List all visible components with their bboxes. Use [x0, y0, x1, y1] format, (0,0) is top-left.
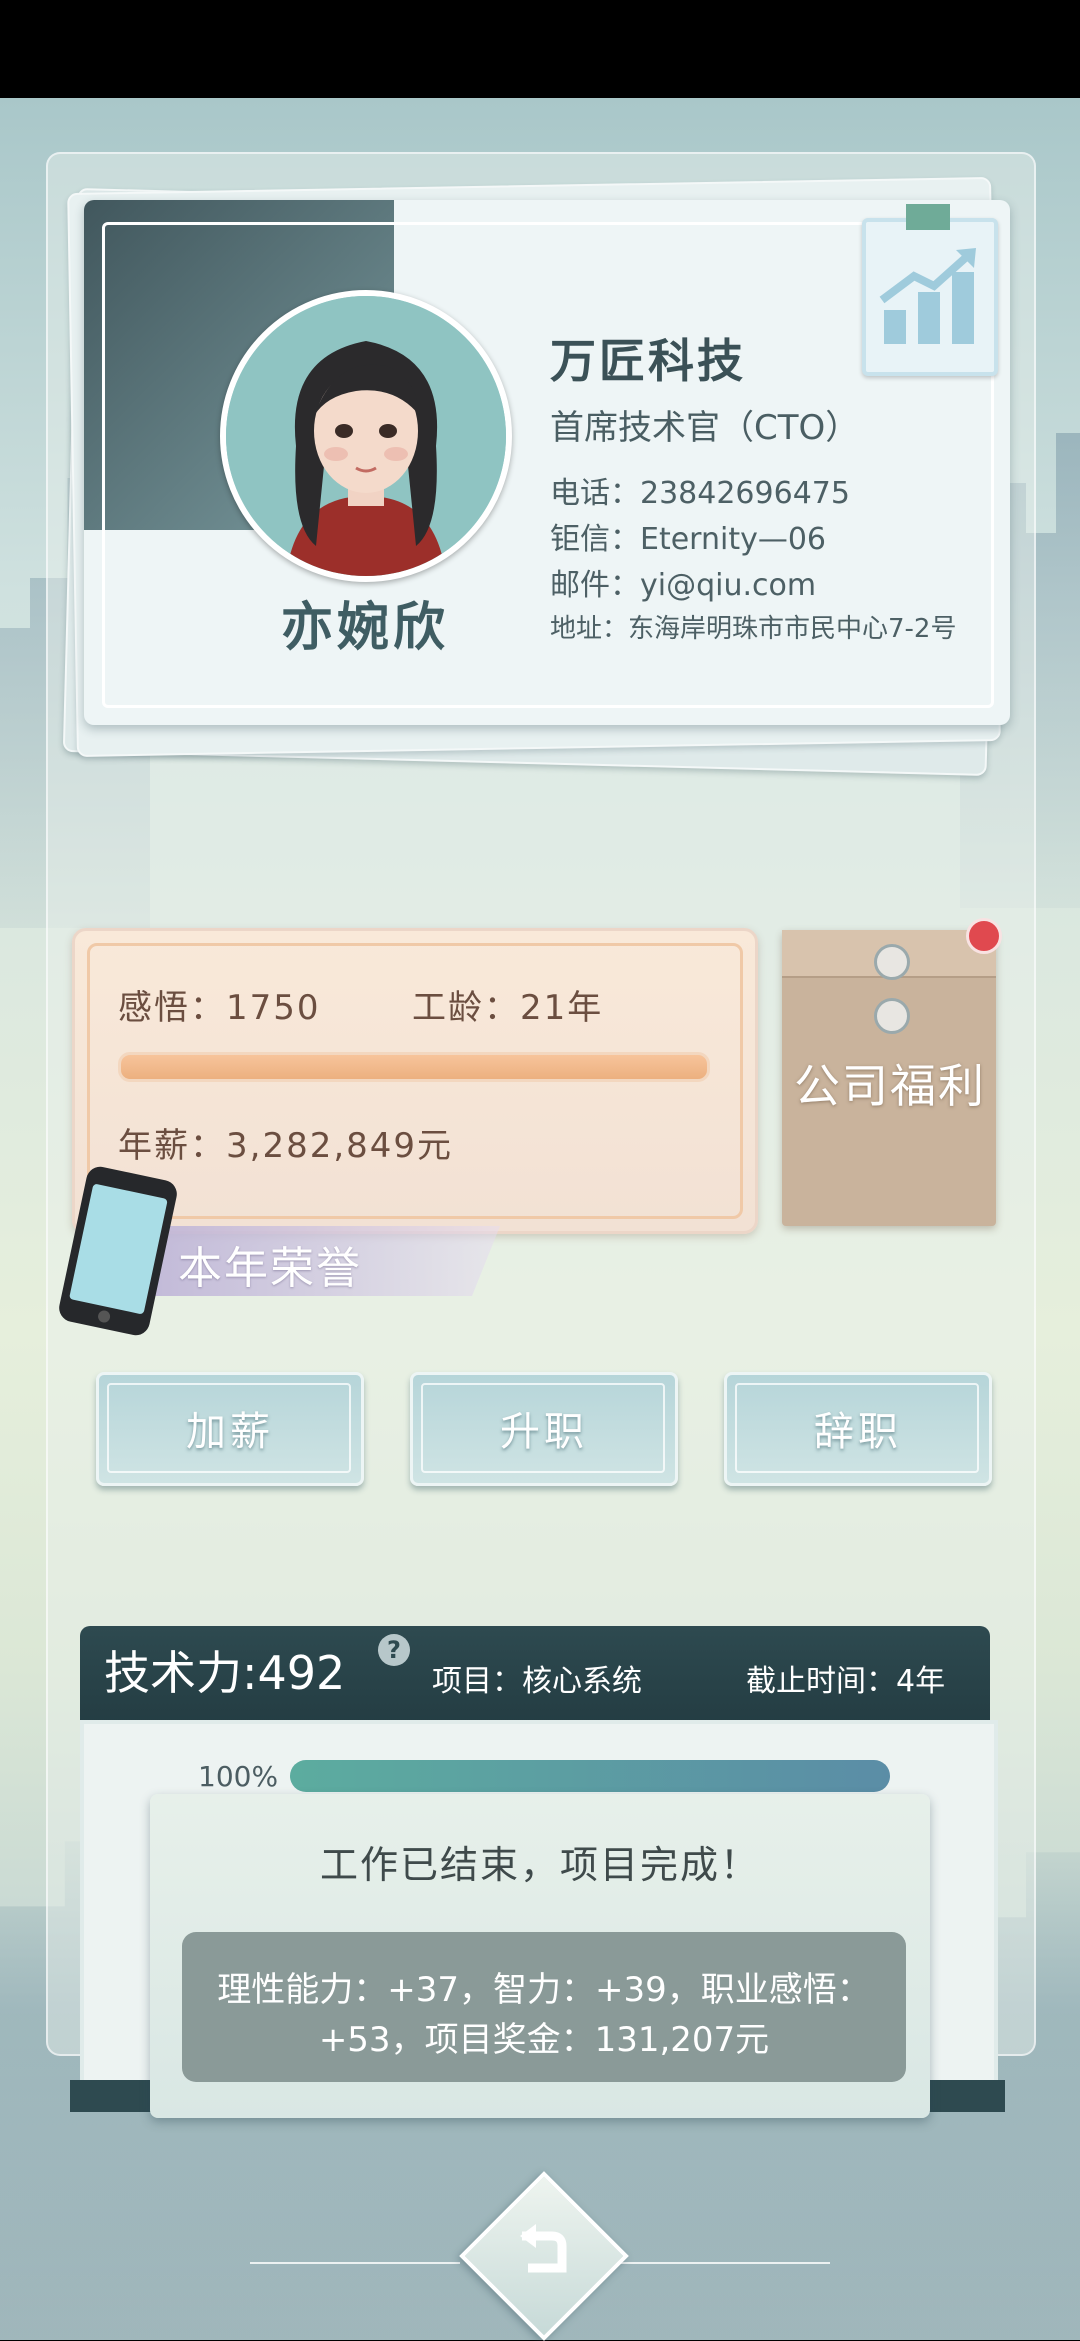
tech-power-value: 技术力:492	[104, 1646, 346, 1700]
company-name: 万匠科技	[550, 334, 746, 388]
benefits-label[interactable]: 公司福利	[790, 1050, 990, 1116]
project-progress-bar	[290, 1760, 890, 1792]
raise-button[interactable]: 加薪	[96, 1372, 364, 1486]
reward-line-1: 理性能力：+37，智力：+39，职业感悟：	[217, 1970, 871, 2010]
promote-button[interactable]: 升职	[410, 1372, 678, 1486]
phone-text: 电话：23842696475	[550, 476, 850, 511]
project-deadline: 截止时间：4年	[746, 1664, 946, 1699]
decorative-line-right	[620, 2262, 830, 2264]
resign-button[interactable]: 辞职	[724, 1372, 992, 1486]
employee-name: 亦婉欣	[280, 598, 449, 658]
decorative-line-left	[250, 2262, 460, 2264]
messenger-text: 钜信：Eternity—06	[550, 522, 827, 557]
insight-progress-bar	[118, 1052, 710, 1082]
avatar[interactable]	[220, 290, 512, 582]
back-arrow-icon[interactable]	[500, 2212, 580, 2292]
insight-stat: 感悟：1750	[118, 988, 321, 1028]
job-title: 首席技术官（CTO）	[550, 408, 860, 448]
career-chart-button[interactable]	[862, 204, 998, 376]
honor-label[interactable]: 本年荣誉	[178, 1232, 362, 1296]
notification-dot	[966, 918, 1002, 954]
envelope-button-top	[874, 944, 910, 980]
reward-line-2: +53，项目奖金：131,207元	[318, 2020, 770, 2060]
dialog-title: 工作已结束，项目完成！	[319, 1843, 760, 1887]
envelope-button-bottom	[874, 998, 910, 1034]
project-name: 项目：核心系统	[432, 1664, 642, 1699]
email-text: 邮件：yi@qiu.com	[550, 568, 817, 603]
address-text: 地址：东海岸明珠市市民中心7-2号	[550, 614, 957, 644]
resign-button-label: 辞职	[814, 1409, 902, 1455]
growth-chart-icon	[879, 248, 976, 344]
project-progress-percent: 100%	[198, 1760, 279, 1793]
help-icon[interactable]: ?	[378, 1634, 410, 1666]
salary-stat: 年薪：3,282,849元	[118, 1126, 454, 1166]
promote-button-label: 升职	[500, 1409, 588, 1455]
seniority-stat: 工龄：21年	[412, 988, 604, 1028]
avatar-portrait-icon	[226, 296, 506, 576]
raise-button-label: 加薪	[186, 1409, 274, 1455]
badge-clip	[906, 204, 950, 230]
